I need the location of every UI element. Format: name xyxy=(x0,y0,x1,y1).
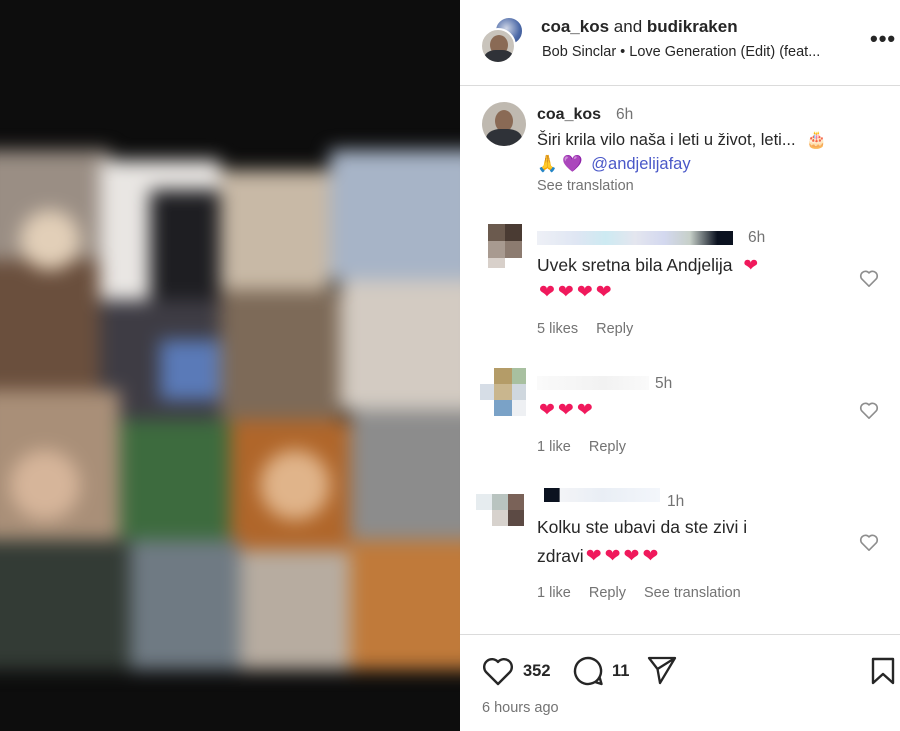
comment-avatar[interactable] xyxy=(488,224,522,268)
comment-time: 1h xyxy=(667,493,685,510)
caption-text: Širi krila vilo naša i leti u život, let… xyxy=(537,131,827,150)
comment-hearts: ❤❤❤ xyxy=(539,400,596,421)
comment-hearts: ❤❤❤❤ xyxy=(585,546,662,567)
comment-text: Uvek sretna bila Andjelija ❤ xyxy=(537,255,758,276)
save-bookmark-icon[interactable] xyxy=(870,656,896,686)
caption-username[interactable]: coa_kos xyxy=(537,106,601,124)
more-options-icon[interactable]: ••• xyxy=(870,26,896,52)
heart-outline-icon[interactable] xyxy=(858,400,880,420)
comment-username-redacted[interactable] xyxy=(544,488,660,502)
audio-track[interactable]: Bob Sinclar • Love Generation (Edit) (fe… xyxy=(542,44,820,60)
like-count[interactable]: 352 xyxy=(523,662,551,681)
comment-meta: 1 like Reply xyxy=(537,439,640,455)
comment-likes[interactable]: 1 like xyxy=(537,585,571,601)
comment-hearts: ❤❤❤❤ xyxy=(539,282,615,303)
share-send-icon[interactable] xyxy=(646,654,678,686)
comment-username-redacted[interactable] xyxy=(537,376,649,390)
like-heart-icon[interactable] xyxy=(481,655,515,687)
post-time-ago[interactable]: 6 hours ago xyxy=(482,700,559,716)
post-details-panel: coa_kos and budikraken Bob Sinclar • Lov… xyxy=(460,0,900,731)
comment-likes[interactable]: 1 like xyxy=(537,439,571,455)
heart-outline-icon[interactable] xyxy=(858,268,880,288)
blurred-collage-image xyxy=(0,150,460,670)
comment-reply-button[interactable]: Reply xyxy=(596,321,633,337)
caption-avatar[interactable] xyxy=(482,102,526,146)
post-header: coa_kos and budikraken Bob Sinclar • Lov… xyxy=(460,0,900,86)
comment-meta: 5 likes Reply xyxy=(537,321,647,337)
comment-time: 5h xyxy=(655,375,673,392)
comment-username-redacted[interactable] xyxy=(537,231,733,245)
heart-emoji: ❤ xyxy=(743,255,759,275)
collab-avatars[interactable] xyxy=(480,16,536,66)
avatar-coa-kos[interactable] xyxy=(480,28,516,64)
comment-count[interactable]: 11 xyxy=(612,662,629,681)
comment-text-body: Uvek sretna bila Andjelija xyxy=(537,255,733,275)
caption-text-body: Širi krila vilo naša i leti u život, let… xyxy=(537,131,796,149)
purple-heart-emoji: 💜 xyxy=(562,155,583,173)
comment-avatar[interactable] xyxy=(480,368,526,416)
comment-meta: 1 like Reply See translation xyxy=(537,585,755,601)
header-user2[interactable]: budikraken xyxy=(647,17,738,36)
comment-text-body: zdravi xyxy=(537,546,584,566)
mention-link[interactable]: @andjelijafay xyxy=(591,155,690,173)
cake-emoji: 🎂 xyxy=(806,131,827,149)
header-usernames: coa_kos and budikraken xyxy=(541,17,738,37)
comment-see-translation[interactable]: See translation xyxy=(644,585,741,601)
pray-emoji: 🙏 xyxy=(537,155,558,173)
caption-see-translation[interactable]: See translation xyxy=(537,178,634,194)
comment-time: 6h xyxy=(748,229,766,246)
comment-avatar[interactable] xyxy=(476,494,524,538)
comment-reply-button[interactable]: Reply xyxy=(589,439,626,455)
caption-line2: 🙏 💜 @andjelijafay xyxy=(537,155,691,174)
heart-outline-icon[interactable] xyxy=(858,532,880,552)
comment-text: Kolku ste ubavi da ste zivi i xyxy=(537,517,748,537)
post-media[interactable] xyxy=(0,0,460,731)
header-user1[interactable]: coa_kos xyxy=(541,17,609,36)
comment-reply-button[interactable]: Reply xyxy=(589,585,626,601)
comment-likes[interactable]: 5 likes xyxy=(537,321,578,337)
caption-time: 6h xyxy=(616,106,634,123)
comment-text-line2: zdravi ❤❤❤❤ xyxy=(537,545,661,568)
actions-divider xyxy=(460,634,900,635)
comment-bubble-icon[interactable] xyxy=(571,654,605,688)
header-connector: and xyxy=(613,17,643,36)
